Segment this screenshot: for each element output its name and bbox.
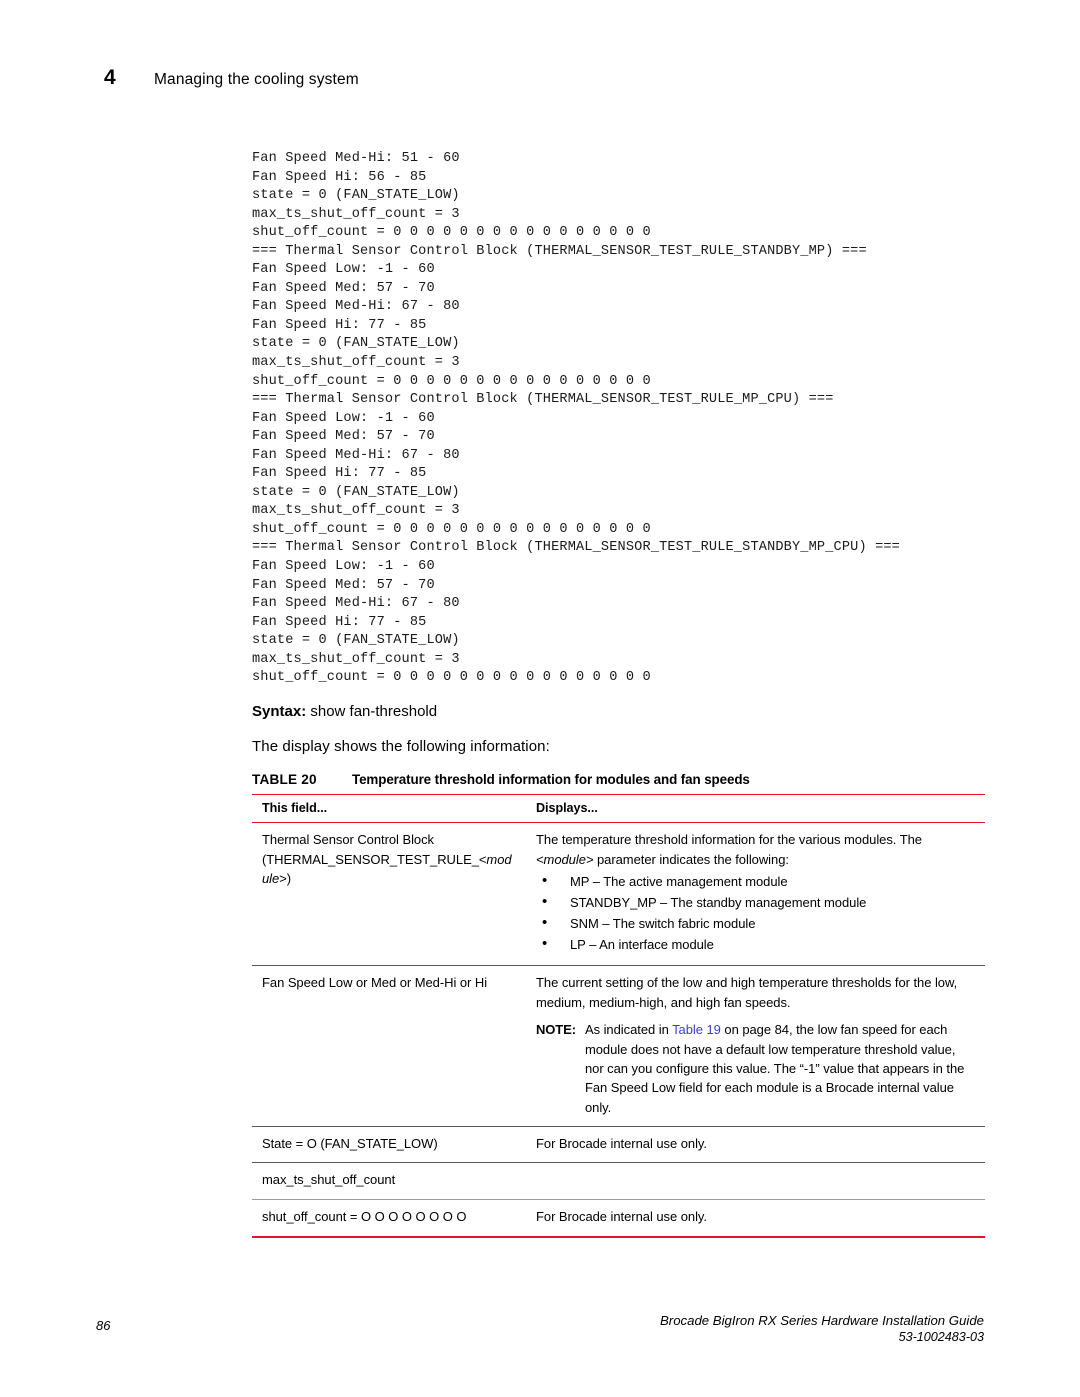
table-19-link[interactable]: Table 19 (672, 1022, 721, 1037)
code-line: state = 0 (FAN_STATE_LOW) (252, 633, 460, 649)
code-line: Fan Speed Low: -1 - 60 (252, 410, 435, 426)
code-line: Fan Speed Med-Hi: 67 - 80 (252, 447, 460, 463)
threshold-table: This field... Displays... Thermal Sensor… (252, 794, 985, 1238)
note-text-pre: As indicated in (584, 1022, 673, 1038)
list-item: SNM – The switch fabric module (536, 913, 971, 934)
displays-intro-post: parameter indicates the following: (593, 851, 789, 867)
cell-displays: For Brocade internal use only. (526, 1126, 985, 1164)
list-item: LP – An interface module (536, 934, 971, 955)
code-line: Fan Speed Med-Hi: 67 - 80 (252, 299, 460, 315)
cell-displays: The temperature threshold information fo… (526, 822, 985, 967)
field-text-pre: Thermal Sensor Control Block (THERMAL_SE… (262, 832, 487, 867)
cell-field: shut_off_count = O O O O O O O O (252, 1199, 526, 1238)
table-block: TABLE 20 Temperature threshold informati… (252, 772, 985, 1238)
cell-displays: For Brocade internal use only. (526, 1199, 985, 1238)
cell-field: State = O (FAN_STATE_LOW) (252, 1126, 526, 1164)
code-line: max_ts_shut_off_count = 3 (252, 503, 460, 519)
code-line: Fan Speed Med-Hi: 51 - 60 (252, 151, 460, 166)
code-line: Fan Speed Med: 57 - 70 (252, 577, 435, 593)
displays-intro: The temperature threshold information fo… (536, 830, 971, 869)
document-page: 4 Managing the cooling system Fan Speed … (0, 0, 1080, 1397)
cli-output-code-block: Fan Speed Med-Hi: 51 - 60 Fan Speed Hi: 5… (252, 150, 900, 688)
code-line: state = 0 (FAN_STATE_LOW) (252, 484, 460, 500)
code-line: === Thermal Sensor Control Block (THERMA… (252, 540, 900, 556)
code-line: === Thermal Sensor Control Block (THERMA… (252, 392, 834, 408)
syntax-label: Syntax: (252, 703, 307, 720)
code-line: Fan Speed Hi: 77 - 85 (252, 466, 427, 482)
code-line: Fan Speed Low: -1 - 60 (252, 262, 435, 278)
intro-paragraph: The display shows the following informat… (252, 738, 550, 755)
cell-field: Fan Speed Low or Med or Med-Hi or Hi (252, 965, 526, 1127)
code-line: Fan Speed Hi: 77 - 85 (252, 614, 427, 630)
document-id: 53-1002483-03 (898, 1330, 984, 1344)
note-text: As indicated in Table 19 on page 84, the… (585, 1020, 971, 1116)
code-line: state = 0 (FAN_STATE_LOW) (252, 336, 460, 352)
column-header-displays: Displays... (526, 794, 985, 823)
code-line: Fan Speed Hi: 56 - 85 (252, 169, 427, 185)
module-bullet-list: MP – The active management module STANDB… (536, 871, 971, 955)
code-line: Fan Speed Hi: 77 - 85 (252, 317, 427, 333)
guide-title-text: Brocade BigIron RX Series Hardware Insta… (660, 1313, 984, 1328)
code-line: Fan Speed Med-Hi: 67 - 80 (252, 596, 460, 612)
code-line: shut_off_count = 0 0 0 0 0 0 0 0 0 0 0 0… (252, 521, 651, 537)
code-line: shut_off_count = 0 0 0 0 0 0 0 0 0 0 0 0… (252, 225, 651, 241)
table-row: State = O (FAN_STATE_LOW) For Brocade in… (252, 1126, 985, 1164)
running-header: 4 Managing the cooling system (104, 66, 359, 90)
list-item: STANDBY_MP – The standby management modu… (536, 892, 971, 913)
cell-displays (526, 1162, 985, 1201)
code-line: Fan Speed Med: 57 - 70 (252, 429, 435, 445)
column-header-field: This field... (252, 794, 526, 823)
code-line: max_ts_shut_off_count = 3 (252, 355, 460, 371)
footer-page-number: 86 (96, 1318, 111, 1333)
code-line: === Thermal Sensor Control Block (THERMA… (252, 243, 867, 259)
code-line: Fan Speed Med: 57 - 70 (252, 280, 435, 296)
code-line: shut_off_count = 0 0 0 0 0 0 0 0 0 0 0 0… (252, 373, 651, 389)
footer-guide-title: Brocade BigIron RX Series Hardware Insta… (660, 1312, 984, 1346)
table-row: Fan Speed Low or Med or Med-Hi or Hi The… (252, 965, 985, 1127)
syntax-command: show fan-threshold (310, 703, 438, 720)
code-line: max_ts_shut_off_count = 3 (252, 206, 460, 222)
code-line: max_ts_shut_off_count = 3 (252, 651, 460, 667)
code-line: state = 0 (FAN_STATE_LOW) (252, 188, 460, 204)
cell-field: max_ts_shut_off_count (252, 1162, 526, 1201)
syntax-line: Syntax: show fan-threshold (252, 703, 437, 720)
table-caption-number: TABLE 20 (252, 772, 317, 787)
field-text-post: >) (279, 871, 292, 887)
chapter-title: Managing the cooling system (154, 71, 359, 88)
table-row: shut_off_count = O O O O O O O O For Bro… (252, 1199, 985, 1238)
cell-displays: The current setting of the low and high … (526, 965, 985, 1127)
displays-intro-pre: The temperature threshold information fo… (536, 832, 922, 847)
note-label: NOTE: (536, 1022, 576, 1038)
displays-intro-italic: <module> (536, 851, 594, 867)
table-row: Thermal Sensor Control Block (THERMAL_SE… (252, 822, 985, 967)
list-item: MP – The active management module (536, 871, 971, 892)
code-line: Fan Speed Low: -1 - 60 (252, 559, 435, 575)
code-line: shut_off_count = 0 0 0 0 0 0 0 0 0 0 0 0… (252, 670, 651, 686)
cell-field: Thermal Sensor Control Block (THERMAL_SE… (252, 822, 526, 967)
table-caption-text: Temperature threshold information for mo… (352, 772, 750, 787)
displays-intro: The current setting of the low and high … (536, 975, 958, 1010)
note-block: NOTE: As indicated in Table 19 on page 8… (536, 1020, 971, 1116)
chapter-number: 4 (104, 66, 116, 89)
table-row: max_ts_shut_off_count (252, 1162, 985, 1201)
table-header-row: This field... Displays... (252, 794, 985, 823)
table-caption: TABLE 20 Temperature threshold informati… (252, 772, 985, 794)
